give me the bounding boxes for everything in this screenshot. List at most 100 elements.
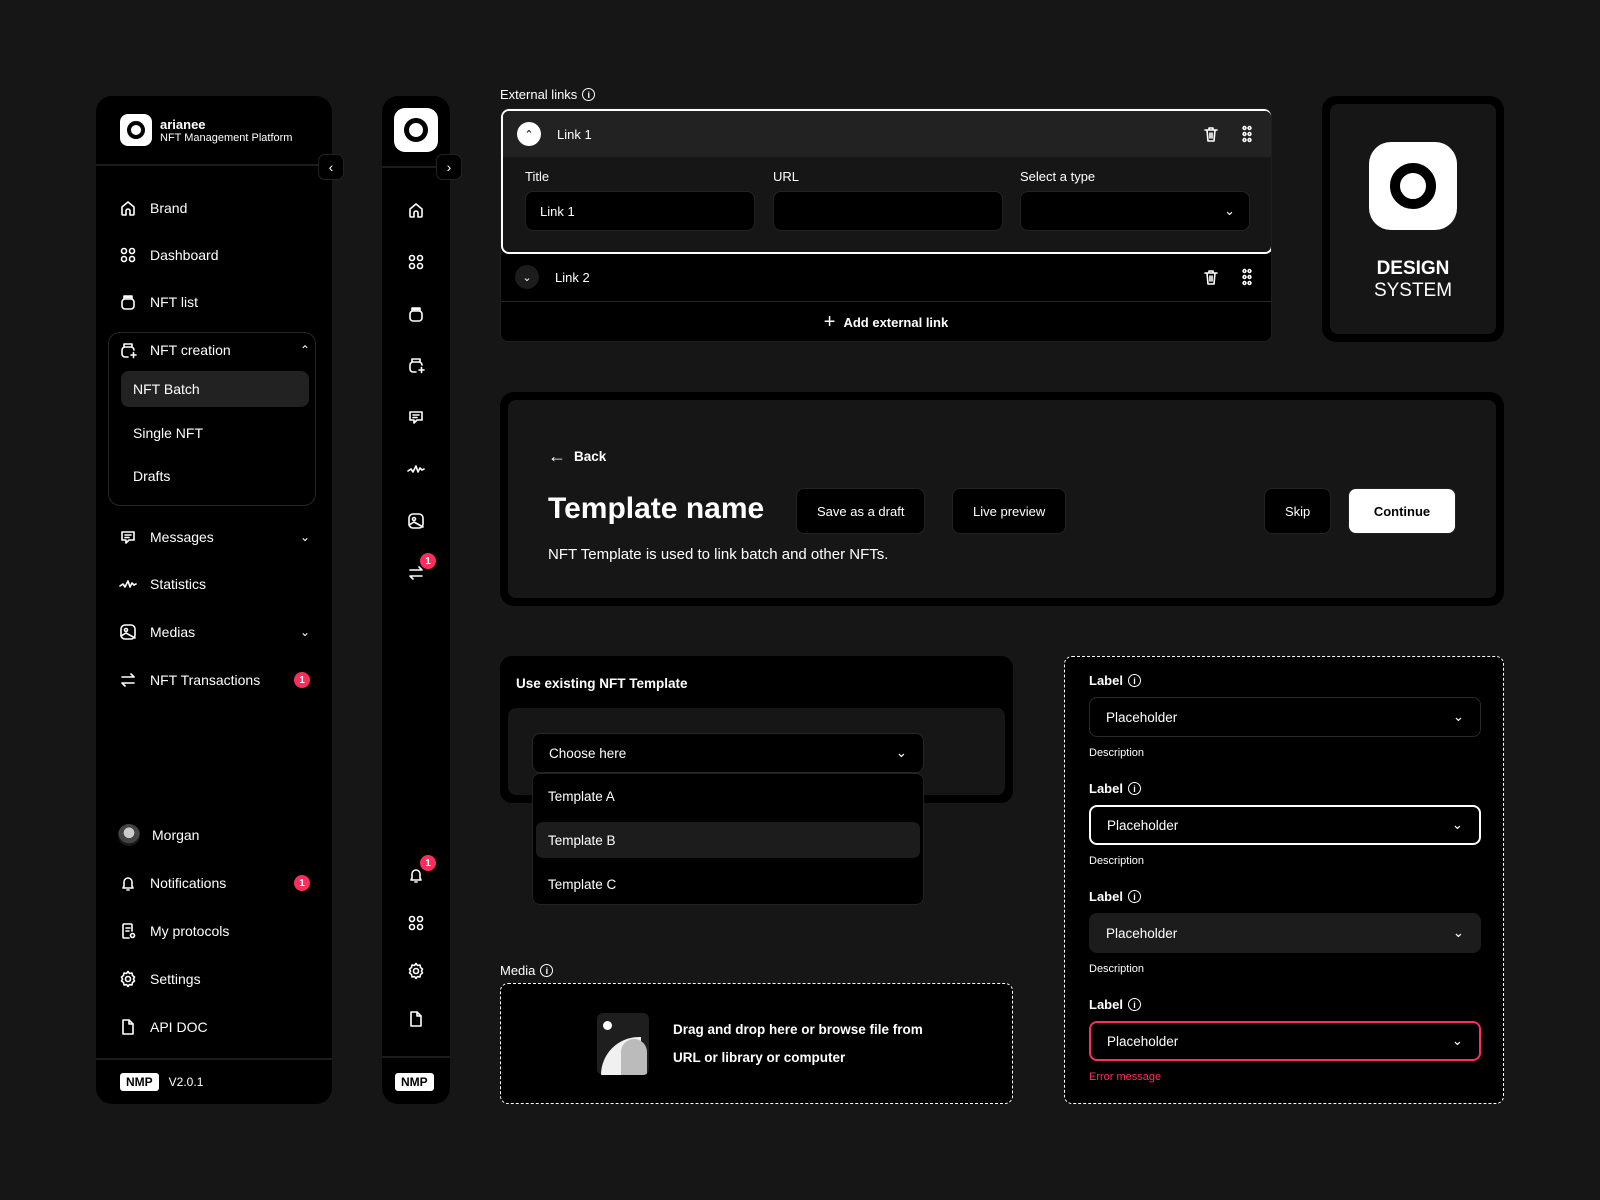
expand-sidebar-button[interactable]: ›: [436, 154, 462, 180]
chevron-left-icon: ‹: [329, 159, 334, 175]
doc-icon: [118, 1017, 138, 1037]
jar-icon: [406, 304, 426, 324]
select-default[interactable]: Placeholder ⌄: [1089, 697, 1481, 737]
template-select[interactable]: Choose here⌄: [532, 733, 924, 773]
sidebar-icon-nft-transactions[interactable]: 1: [406, 563, 426, 583]
field-description: Description: [1089, 963, 1144, 975]
sidebar-icon-nft-creation[interactable]: [406, 355, 426, 375]
sidebar-icon-dashboard[interactable]: [406, 252, 426, 272]
sidebar-item-statistics[interactable]: Statistics: [118, 566, 310, 602]
info-icon[interactable]: i: [1128, 890, 1141, 903]
submenu-nft-batch[interactable]: NFT Batch: [121, 371, 309, 407]
select-error[interactable]: Placeholder⌄: [1089, 1021, 1481, 1061]
sidebar-item-label: NFT creation: [150, 342, 288, 358]
sidebar-icon-statistics[interactable]: [406, 459, 426, 479]
sidebar-item-nft-creation[interactable]: NFT creation ⌃: [118, 332, 310, 368]
select-focused[interactable]: Placeholder⌄: [1089, 805, 1481, 845]
sidebar-icon-notifications[interactable]: 1: [406, 865, 426, 885]
sidebar-item-label: Notifications: [150, 875, 282, 891]
drag-handle-icon[interactable]: [1237, 267, 1257, 287]
chevron-up-icon: ⌃: [300, 343, 310, 357]
sidebar-item-nft-transactions[interactable]: NFT Transactions1: [118, 662, 310, 698]
title-value: Link 1: [540, 204, 575, 219]
message-icon: [406, 407, 426, 427]
sidebar-collapsed: › NMP 11: [382, 96, 450, 1104]
grid-icon: [406, 913, 426, 933]
sidebar-item-label: Messages: [150, 529, 288, 545]
type-select[interactable]: ⌄: [1020, 191, 1250, 231]
template-description: NFT Template is used to link batch and o…: [548, 546, 888, 563]
sidebar-header: arianee NFT Management Platform: [96, 96, 332, 166]
stats-icon: [406, 459, 426, 479]
info-icon[interactable]: i: [540, 964, 553, 977]
sidebar-icon-nft-list[interactable]: [406, 304, 426, 324]
sidebar-item-label: My protocols: [150, 923, 310, 939]
sidebar-item-nft-list[interactable]: NFT list: [118, 284, 310, 320]
link-header[interactable]: ⌃ Link 1: [503, 111, 1271, 157]
save-draft-button[interactable]: Save as a draft: [796, 488, 925, 534]
option-template-a[interactable]: Template A: [536, 778, 920, 814]
select-disabled[interactable]: Placeholder⌄: [1089, 913, 1481, 953]
info-icon[interactable]: i: [1128, 782, 1141, 795]
url-label: URL: [773, 169, 799, 184]
notification-badge: 1: [420, 855, 436, 871]
chevron-up-icon[interactable]: ⌃: [517, 122, 541, 146]
template-dropdown-list: Template A Template B Template C: [532, 773, 924, 905]
chevron-down-icon: ⌄: [1453, 709, 1464, 725]
sidebar-icon-api-doc[interactable]: [406, 1009, 426, 1029]
home-icon: [406, 200, 426, 220]
chevron-down-icon[interactable]: ⌄: [515, 265, 539, 289]
notification-badge: 1: [420, 553, 436, 569]
url-input[interactable]: [773, 191, 1003, 231]
sidebar-item-dashboard[interactable]: Dashboard: [118, 237, 310, 273]
add-label: Add external link: [843, 315, 948, 330]
select-placeholder: Placeholder: [1106, 710, 1177, 725]
sidebar-item-api-doc[interactable]: API DOC: [118, 1009, 310, 1045]
sidebar-icon-messages[interactable]: [406, 407, 426, 427]
sidebar-icon-my-protocols[interactable]: [406, 913, 426, 933]
notification-badge: 1: [294, 875, 310, 891]
sidebar-icon-settings[interactable]: [406, 961, 426, 981]
dropzone-line-1: Drag and drop here or browse file from: [673, 1016, 923, 1044]
media-label: Mediai: [500, 963, 553, 978]
grid-icon: [118, 245, 138, 265]
external-links-label: External linksi: [500, 87, 595, 102]
sidebar-item-brand[interactable]: Brand: [118, 190, 310, 226]
sidebar-item-label: Dashboard: [150, 247, 310, 263]
sidebar-item-label: API DOC: [150, 1019, 310, 1035]
swap-icon: [118, 670, 138, 690]
sidebar-item-messages[interactable]: Messages⌄: [118, 519, 310, 555]
select-states-panel: LabeliPlaceholder⌄DescriptionLabeliPlace…: [1064, 656, 1504, 1104]
sidebar-item-my-protocols[interactable]: My protocols: [118, 913, 310, 949]
select-placeholder: Placeholder: [1107, 1034, 1178, 1049]
collapse-sidebar-button[interactable]: ‹: [318, 154, 344, 180]
link-item-collapsed[interactable]: ⌄ Link 2: [501, 254, 1271, 300]
submenu-single-nft[interactable]: Single NFT: [121, 415, 309, 451]
back-button[interactable]: ←Back: [548, 446, 606, 467]
sidebar-item-settings[interactable]: Settings: [118, 961, 310, 997]
option-template-b[interactable]: Template B: [536, 822, 920, 858]
continue-button[interactable]: Continue: [1348, 488, 1456, 534]
add-external-link-button[interactable]: +Add external link: [501, 301, 1271, 342]
dropzone-line-2: URL or library or computer: [673, 1044, 923, 1072]
sidebar-icon-brand[interactable]: [406, 200, 426, 220]
drag-handle-icon[interactable]: [1237, 124, 1257, 144]
media-dropzone[interactable]: Drag and drop here or browse file from U…: [500, 983, 1013, 1104]
sidebar-item-morgan[interactable]: Morgan: [118, 817, 310, 853]
info-icon[interactable]: i: [582, 88, 595, 101]
info-icon[interactable]: i: [1128, 998, 1141, 1011]
skip-button[interactable]: Skip: [1264, 488, 1331, 534]
title-input[interactable]: Link 1: [525, 191, 755, 231]
notification-badge: 1: [294, 672, 310, 688]
live-preview-button[interactable]: Live preview: [952, 488, 1066, 534]
chevron-right-icon: ›: [447, 159, 452, 175]
sidebar-item-notifications[interactable]: Notifications 1: [118, 865, 310, 901]
trash-icon[interactable]: [1201, 124, 1221, 144]
submenu-drafts[interactable]: Drafts: [121, 458, 309, 494]
sidebar-item-medias[interactable]: Medias⌄: [118, 614, 310, 650]
trash-icon[interactable]: [1201, 267, 1221, 287]
info-icon[interactable]: i: [1128, 674, 1141, 687]
sidebar-icon-medias[interactable]: [406, 511, 426, 531]
option-template-c[interactable]: Template C: [536, 866, 920, 902]
gear-icon: [406, 961, 426, 981]
